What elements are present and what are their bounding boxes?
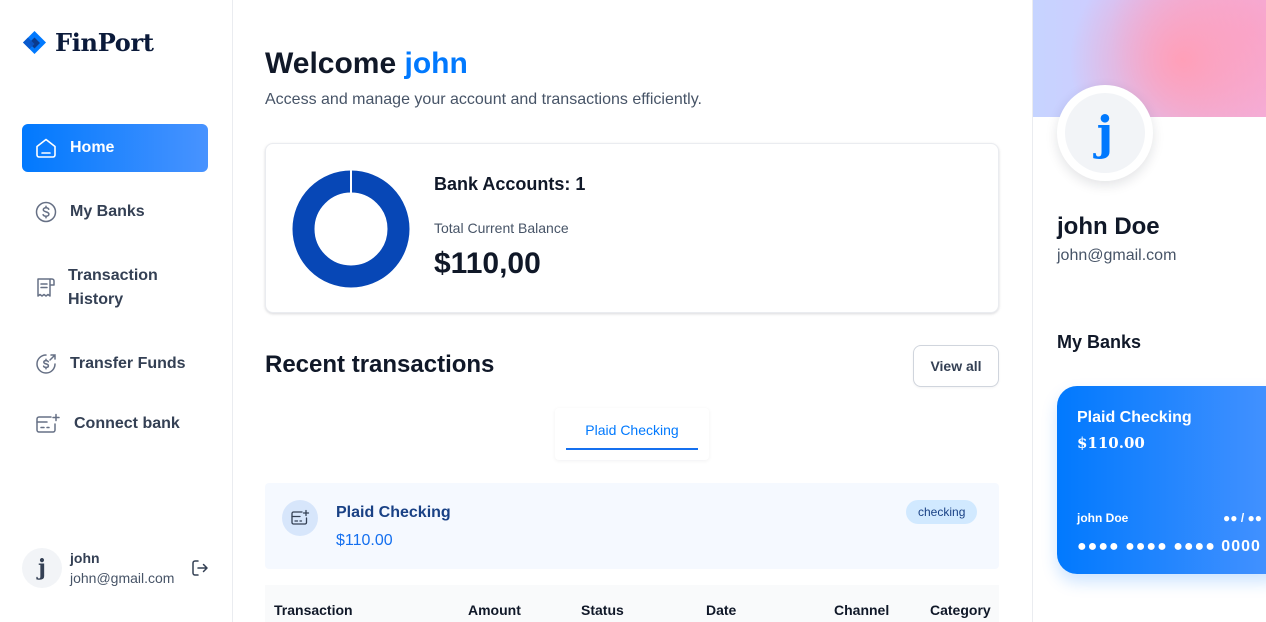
bank-card[interactable]: Plaid Checking $110.00 john Doe ●● / ●● … <box>1057 386 1266 574</box>
bank-card-icon <box>282 500 318 536</box>
profile-avatar-initial: j <box>1065 93 1145 173</box>
total-balance-value: $110,00 <box>434 247 541 280</box>
brand-name: FinPort <box>55 28 154 57</box>
sidebar-item-my-banks[interactable]: My Banks <box>22 188 208 236</box>
card-expiry: ●● / ●● <box>1223 511 1262 525</box>
column-header-status: Status <box>581 602 624 618</box>
account-type-badge: checking <box>906 500 978 524</box>
bank-name: Plaid Checking <box>336 504 451 521</box>
total-balance-card: Bank Accounts: 1 Total Current Balance $… <box>265 143 999 313</box>
sidebar-user: j john john@gmail.com <box>22 548 212 588</box>
avatar: j <box>22 548 62 588</box>
sidebar-item-label: Connect bank <box>74 415 180 432</box>
bank-tabs: Plaid Checking <box>555 408 709 460</box>
logo-icon <box>23 31 46 54</box>
card-holder-name: john Doe <box>1077 511 1129 525</box>
donut-segment <box>292 170 410 288</box>
sidebar-user-email: john@gmail.com <box>70 570 175 586</box>
dollar-circle-icon <box>35 201 57 223</box>
column-header-date: Date <box>706 602 737 618</box>
profile-email: john@gmail.com <box>1057 247 1177 264</box>
page-subtitle: Access and manage your account and trans… <box>265 91 702 108</box>
receipt-icon <box>37 278 55 297</box>
sidebar-item-label: Transaction History <box>68 264 158 312</box>
sidebar-item-transfer-funds[interactable]: Transfer Funds <box>22 340 208 388</box>
sidebar-item-transaction-history[interactable]: Transaction History <box>22 262 208 314</box>
logo[interactable]: FinPort <box>22 28 154 57</box>
sidebar-item-label: My Banks <box>70 203 145 220</box>
transactions-table-header: Transaction Amount Status Date Channel C… <box>265 585 999 622</box>
sidebar-user-name: john <box>70 550 100 566</box>
sidebar-user-info: john john@gmail.com <box>70 548 174 588</box>
card-number: ●●●● ●●●● ●●●● 0000 <box>1077 538 1261 555</box>
sidebar: FinPort Home My Banks Transaction Histor… <box>0 0 233 622</box>
sidebar-item-label-line1: Transaction <box>68 267 158 284</box>
column-header-amount: Amount <box>468 602 521 618</box>
sidebar-item-label: Home <box>70 139 115 156</box>
main-content: Welcome john Access and manage your acco… <box>233 0 1032 622</box>
column-header-category: Category <box>930 602 991 618</box>
home-icon <box>36 138 56 158</box>
column-header-channel: Channel <box>834 602 890 618</box>
profile-avatar: j <box>1057 85 1153 181</box>
column-header-transaction: Transaction <box>274 602 353 618</box>
total-balance-label: Total Current Balance <box>434 220 569 236</box>
bank-balance: $110.00 <box>336 532 393 549</box>
card-bank-name: Plaid Checking <box>1077 409 1192 426</box>
profile-panel: j john Doe john@gmail.com My Banks Plaid… <box>1032 0 1266 622</box>
logout-icon[interactable] <box>190 558 210 578</box>
greeting-text: Welcome <box>265 47 397 80</box>
sidebar-item-label-line2: History <box>68 291 124 308</box>
sidebar-item-connect-bank[interactable]: Connect bank <box>22 400 208 448</box>
card-balance: $110.00 <box>1077 434 1145 452</box>
sidebar-item-home[interactable]: Home <box>22 124 208 172</box>
bank-accounts-count: Bank Accounts: 1 <box>434 174 586 194</box>
view-all-button[interactable]: View all <box>913 345 999 387</box>
greeting-user-name: john <box>404 47 468 80</box>
my-banks-title: My Banks <box>1057 332 1142 352</box>
bank-info-row[interactable]: Plaid Checking $110.00 checking <box>265 483 999 569</box>
balance-donut-chart <box>292 170 410 288</box>
recent-transactions-title: Recent transactions <box>265 351 495 378</box>
money-send-icon <box>36 354 56 374</box>
page-title: Welcome john <box>265 44 468 84</box>
tab-plaid-checking[interactable]: Plaid Checking <box>566 420 698 450</box>
profile-banner <box>1033 0 1266 117</box>
sidebar-item-label: Transfer Funds <box>70 355 186 372</box>
connect-bank-icon <box>36 413 60 433</box>
profile-name: john Doe <box>1057 213 1160 240</box>
